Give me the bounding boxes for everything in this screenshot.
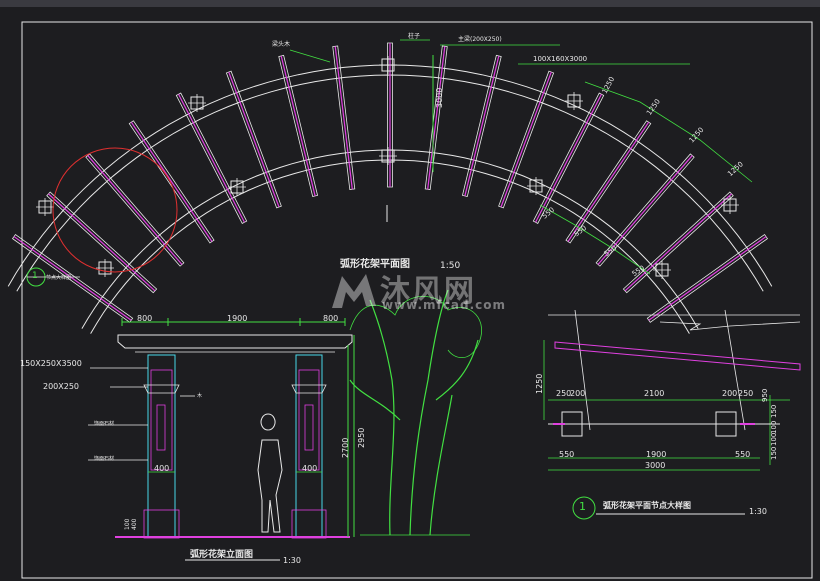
plan-rafter-axis <box>280 55 316 197</box>
elev-person <box>257 413 283 533</box>
elevation-view <box>88 289 482 561</box>
watermark-url: www.mfcad.com <box>382 298 506 312</box>
elev-post-cap <box>143 384 180 394</box>
title-bar <box>0 0 820 7</box>
plan-rafter-axis <box>500 71 552 208</box>
detail-rafter <box>554 341 801 371</box>
detail-view <box>543 309 801 520</box>
elev-tree <box>349 289 479 536</box>
cad-viewport: { "colors": { "bg": "#1d1d20", "white": … <box>0 0 820 581</box>
plan-callout-leader <box>289 49 331 63</box>
elev-post-panel <box>156 404 166 451</box>
plan-rafter-axis <box>624 193 732 292</box>
detail-break-line <box>659 321 801 331</box>
plan-dim-chain-outer <box>584 81 753 183</box>
plan-rafter-axis <box>464 55 500 197</box>
plan-rafter-axis <box>648 236 767 321</box>
elev-post-base <box>291 509 327 539</box>
elev-post-base <box>143 509 180 539</box>
plan-rafter-axis <box>13 236 132 321</box>
elev-post-cap <box>291 384 327 394</box>
elev-top-beam <box>117 334 353 349</box>
detail-marker-circle <box>572 496 596 520</box>
elev-post-panel <box>304 404 314 451</box>
plan-rafter-axis <box>48 193 156 292</box>
